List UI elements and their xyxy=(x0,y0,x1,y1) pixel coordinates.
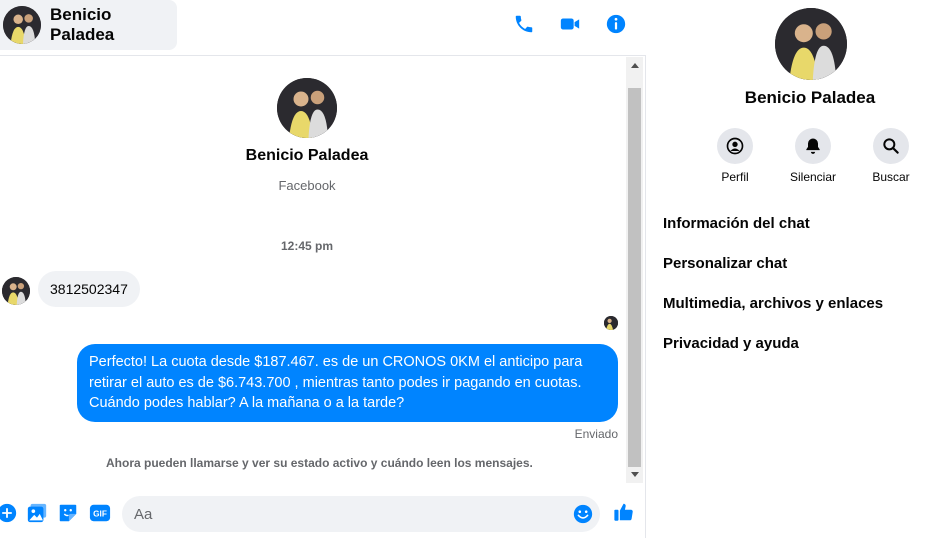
message-timestamp: 12:45 pm xyxy=(280,239,334,253)
conversation-details-pane: Benicio Paladea Perfil Silenciar Buscar … xyxy=(647,0,934,538)
video-camera-icon[interactable] xyxy=(558,12,582,36)
intro-contact-source: Facebook xyxy=(278,178,336,193)
message-list[interactable]: Benicio Paladea Facebook 12:45 pm 381250… xyxy=(0,57,626,483)
message-input-container[interactable] xyxy=(122,496,600,532)
search-button[interactable]: Buscar xyxy=(865,128,917,184)
gif-icon[interactable]: GIF xyxy=(89,502,111,524)
info-icon[interactable] xyxy=(604,12,628,36)
scroll-down-arrow-icon[interactable] xyxy=(626,466,643,483)
search-label: Buscar xyxy=(872,170,910,184)
scroll-up-arrow-icon[interactable] xyxy=(626,57,643,74)
message-input[interactable] xyxy=(134,496,554,532)
image-icon[interactable] xyxy=(26,502,48,524)
sticker-icon[interactable] xyxy=(57,502,79,524)
active-status-notice: Ahora pueden llamarse y ver su estado ac… xyxy=(106,456,533,470)
outgoing-message-bubble[interactable]: Perfecto! La cuota desde $187.467. es de… xyxy=(77,344,618,422)
scrollbar-thumb[interactable] xyxy=(628,88,641,467)
plus-circle-icon[interactable] xyxy=(0,502,18,524)
details-menu: Información del chat Personalizar chat M… xyxy=(663,204,883,364)
gif-icon-label: GIF xyxy=(93,510,107,519)
menu-item-privacy-help[interactable]: Privacidad y ayuda xyxy=(663,324,883,364)
phone-icon[interactable] xyxy=(512,12,536,36)
thumbs-up-icon[interactable] xyxy=(612,500,636,524)
header-contact[interactable]: Benicio Paladea xyxy=(0,0,177,50)
sent-status: Enviado xyxy=(574,427,618,441)
menu-item-chat-info[interactable]: Información del chat xyxy=(663,204,883,244)
details-actions: Perfil Silenciar Buscar xyxy=(709,128,917,184)
intro-avatar xyxy=(277,78,337,138)
menu-item-media-files-links[interactable]: Multimedia, archivos y enlaces xyxy=(663,284,883,324)
incoming-avatar[interactable] xyxy=(2,277,30,305)
search-icon xyxy=(873,128,909,164)
chat-pane: Benicio Paladea Benicio Paladea Facebook… xyxy=(0,0,646,538)
details-avatar[interactable] xyxy=(775,8,847,80)
details-contact-name: Benicio Paladea xyxy=(744,88,876,107)
profile-button[interactable]: Perfil xyxy=(709,128,761,184)
avatar xyxy=(3,6,41,44)
mute-label: Silenciar xyxy=(789,170,837,184)
menu-item-customize-chat[interactable]: Personalizar chat xyxy=(663,244,883,284)
mute-button[interactable]: Silenciar xyxy=(787,128,839,184)
intro-contact-name: Benicio Paladea xyxy=(245,147,369,164)
header-actions xyxy=(512,12,628,36)
header-contact-name: Benicio Paladea xyxy=(50,5,115,44)
bell-icon xyxy=(795,128,831,164)
emoji-icon[interactable] xyxy=(572,503,594,525)
incoming-message-bubble[interactable]: 3812502347 xyxy=(38,271,140,307)
message-scrollbar[interactable] xyxy=(626,57,643,483)
chat-header: Benicio Paladea xyxy=(0,0,646,56)
profile-label: Perfil xyxy=(721,170,749,184)
seen-indicator-avatar xyxy=(604,316,618,330)
profile-icon xyxy=(717,128,753,164)
composer: GIF xyxy=(0,488,646,538)
